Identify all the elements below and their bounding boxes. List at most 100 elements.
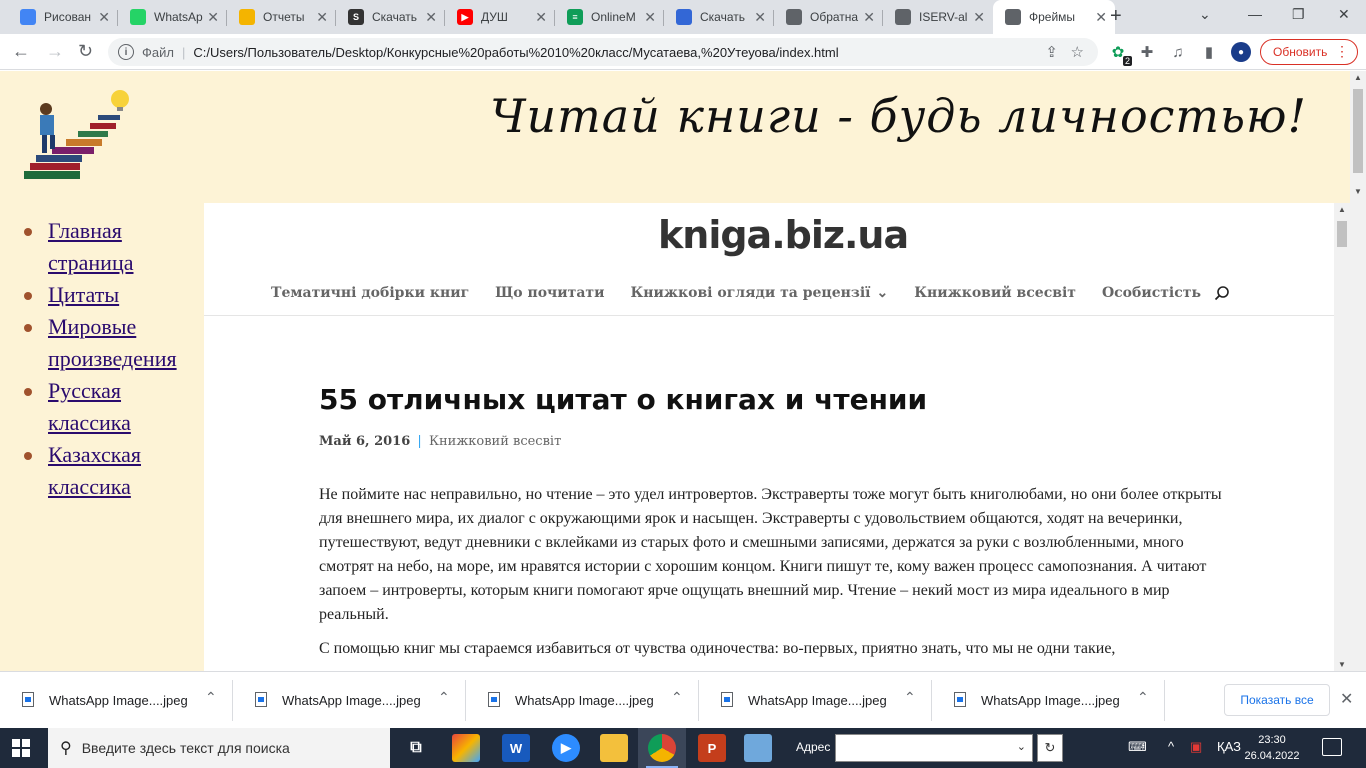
nav-item[interactable]: Що почитати <box>495 285 604 315</box>
nav-item[interactable]: Книжкові огляди та рецензії ⌄ <box>631 285 889 315</box>
zoom-app-icon[interactable]: ▶ <box>552 734 580 762</box>
forward-button[interactable]: → <box>46 41 64 62</box>
sidebar-frame: Главная страница Цитаты Мировые произведен… <box>0 203 204 671</box>
notes-app-icon[interactable] <box>744 734 772 762</box>
chevron-up-icon[interactable]: ⌃ <box>671 689 683 706</box>
download-item[interactable]: WhatsApp Image....jpeg ⌃ <box>932 672 1165 729</box>
back-button[interactable]: ← <box>12 41 30 62</box>
tab-favicon-icon <box>676 9 692 25</box>
sidebar-link[interactable]: Русская классика <box>48 378 131 435</box>
reload-button[interactable]: ↻ <box>78 41 93 62</box>
sidebar-link[interactable]: Цитаты <box>48 282 119 307</box>
search-icon[interactable] <box>1214 285 1230 301</box>
banner-scroll-thumb[interactable] <box>1353 89 1363 173</box>
chevron-up-icon[interactable]: ⌃ <box>438 689 450 706</box>
sidebar-link[interactable]: Казахская классика <box>48 442 141 499</box>
sidebar-link[interactable]: Главная страница <box>48 218 134 275</box>
browser-tab[interactable]: Отчеты ✕ <box>227 0 336 34</box>
banner-scroll-up-icon[interactable]: ▲ <box>1354 73 1362 82</box>
download-item[interactable]: WhatsApp Image....jpeg ⌃ <box>233 672 466 729</box>
article-date: Май 6, 2016 <box>319 434 411 449</box>
tab-close-icon[interactable]: ✕ <box>207 9 219 26</box>
tab-close-icon[interactable]: ✕ <box>1095 9 1107 26</box>
minimize-button[interactable]: — <box>1248 6 1262 22</box>
browser-tab[interactable]: ISERV-al ✕ <box>883 0 993 34</box>
address-dropdown-icon[interactable]: ⌄ <box>1017 740 1026 753</box>
download-item[interactable]: WhatsApp Image....jpeg ⌃ <box>0 672 233 729</box>
update-button[interactable]: Обновить ⋮ <box>1260 39 1358 65</box>
task-view-icon[interactable]: ⧉ <box>402 734 430 762</box>
scroll-down-arrow-icon[interactable]: ▼ <box>1338 660 1346 669</box>
chrome-app-icon[interactable] <box>648 734 676 762</box>
nav-item[interactable]: Тематичні добірки книг <box>271 285 469 315</box>
frame-scroll-thumb[interactable] <box>1337 221 1347 247</box>
maximize-button[interactable]: ❐ <box>1292 6 1305 23</box>
chevron-up-icon[interactable]: ⌃ <box>904 689 916 706</box>
menu-dots-icon[interactable]: ⋮ <box>1335 43 1349 60</box>
file-explorer-icon[interactable] <box>600 734 628 762</box>
scroll-up-arrow-icon[interactable]: ▲ <box>1338 205 1346 214</box>
media-control-icon[interactable]: ♫ <box>1168 42 1188 62</box>
browser-tab[interactable]: WhatsAp ✕ <box>118 0 227 34</box>
sidebar-link[interactable]: Мировые произведения <box>48 314 177 371</box>
browser-tab[interactable]: Рисован ✕ <box>8 0 118 34</box>
chevron-up-icon[interactable]: ⌃ <box>1137 689 1149 706</box>
address-bar[interactable]: i Файл | C:/Users/Пользователь/Desktop/К… <box>108 38 1098 66</box>
browser-tab[interactable]: ≡ OnlineM ✕ <box>555 0 664 34</box>
info-icon[interactable]: i <box>118 44 134 60</box>
tab-close-icon[interactable]: ✕ <box>973 9 985 26</box>
tab-close-icon[interactable]: ✕ <box>535 9 547 26</box>
browser-tab[interactable]: S Скачать ✕ <box>336 0 445 34</box>
start-button[interactable] <box>12 739 30 757</box>
side-panel-icon[interactable]: ▮ <box>1199 42 1219 62</box>
powerpoint-app-icon[interactable]: P <box>698 734 726 762</box>
tab-close-icon[interactable]: ✕ <box>98 9 110 26</box>
notification-center-icon[interactable] <box>1322 738 1342 756</box>
tab-title: ДУШ <box>481 10 508 24</box>
new-tab-button[interactable]: + <box>1110 5 1122 28</box>
article-category-link[interactable]: Книжковий всесвіт <box>429 434 561 449</box>
tab-close-icon[interactable]: ✕ <box>425 9 437 26</box>
extension-icon[interactable]: ✿ 2 <box>1108 42 1132 66</box>
frame-scrollbar[interactable]: ▲ ▼ <box>1334 203 1350 671</box>
share-icon[interactable]: ⇪ <box>1045 43 1058 61</box>
nav-item[interactable]: Книжковий всесвіт <box>914 285 1076 315</box>
download-item[interactable]: WhatsApp Image....jpeg ⌃ <box>466 672 699 729</box>
address-go-button[interactable]: ↻ <box>1037 734 1063 762</box>
extensions-puzzle-icon[interactable]: ✚ <box>1137 42 1157 62</box>
close-shelf-icon[interactable]: ✕ <box>1340 689 1353 709</box>
photos-app-icon[interactable] <box>452 734 480 762</box>
security-tray-icon[interactable]: ▣ <box>1190 739 1202 755</box>
show-all-downloads-button[interactable]: Показать все <box>1224 684 1330 716</box>
tab-search-chevron-icon[interactable]: ⌄ <box>1199 6 1211 23</box>
banner-scroll-down-icon[interactable]: ▼ <box>1354 187 1362 196</box>
browser-tab[interactable]: Фреймы ✕ <box>993 0 1115 34</box>
word-app-icon[interactable]: W <box>502 734 530 762</box>
system-clock[interactable]: 23:30 26.04.2022 <box>1244 732 1300 764</box>
bookmark-star-icon[interactable]: ☆ <box>1071 43 1084 61</box>
tray-expand-icon[interactable]: ^ <box>1168 739 1174 754</box>
tab-favicon-icon <box>895 9 911 25</box>
banner-scrollbar[interactable]: ▲ ▼ <box>1350 71 1366 671</box>
close-window-button[interactable]: ✕ <box>1338 6 1350 23</box>
tab-close-icon[interactable]: ✕ <box>644 9 656 26</box>
download-filename: WhatsApp Image....jpeg <box>282 693 421 708</box>
taskbar-search-box[interactable]: ⚲ Введите здесь текст для поиска <box>48 728 390 768</box>
chevron-down-icon[interactable]: ⌄ <box>876 285 888 301</box>
keyboard-icon[interactable]: ⌨ <box>1128 739 1147 755</box>
search-icon: ⚲ <box>60 740 72 757</box>
tab-close-icon[interactable]: ✕ <box>863 9 875 26</box>
tab-close-icon[interactable]: ✕ <box>754 9 766 26</box>
browser-tab[interactable]: Скачать ✕ <box>664 0 774 34</box>
address-toolbar-input[interactable]: ⌄ <box>835 734 1033 762</box>
nav-item[interactable]: Особистість <box>1102 285 1201 315</box>
tab-title: Обратна <box>810 10 859 24</box>
profile-avatar[interactable]: ● <box>1231 42 1251 62</box>
language-indicator[interactable]: ҚАЗ <box>1217 739 1241 754</box>
site-logo[interactable]: kniga.biz.ua <box>658 213 909 257</box>
browser-tab[interactable]: Обратна ✕ <box>774 0 883 34</box>
tab-close-icon[interactable]: ✕ <box>316 9 328 26</box>
browser-tab[interactable]: ▶ ДУШ ✕ <box>445 0 555 34</box>
download-item[interactable]: WhatsApp Image....jpeg ⌃ <box>699 672 932 729</box>
chevron-up-icon[interactable]: ⌃ <box>205 689 217 706</box>
